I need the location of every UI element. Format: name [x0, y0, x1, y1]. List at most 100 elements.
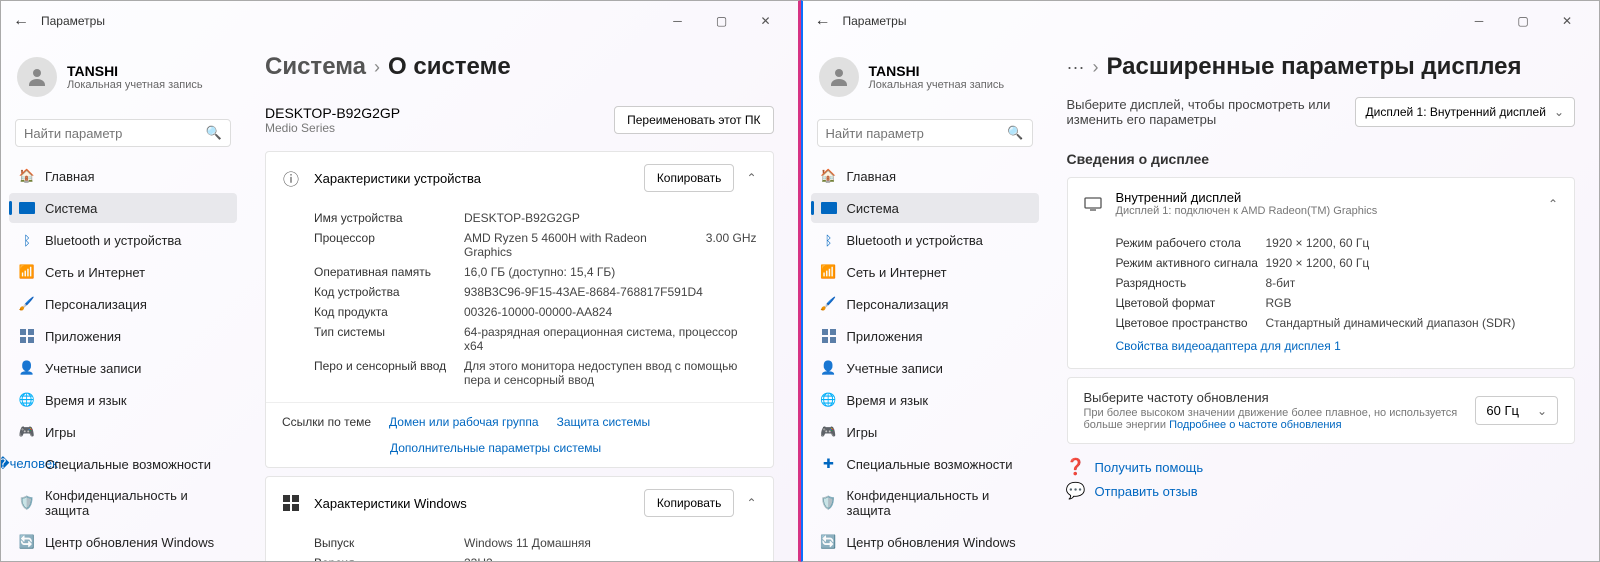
sidebar-item-apps[interactable]: Приложения: [811, 321, 1039, 351]
sidebar-item-personalization[interactable]: 🖌️Персонализация: [9, 289, 237, 319]
nav-label: Конфиденциальность и защита: [45, 488, 227, 518]
display-card-header[interactable]: Внутренний дисплей Дисплей 1: подключен …: [1068, 178, 1575, 229]
sidebar-item-home[interactable]: 🏠Главная: [9, 161, 237, 191]
windows-icon: [282, 494, 300, 512]
sidebar-item-gaming[interactable]: 🎮Игры: [811, 417, 1039, 447]
nav-label: Учетные записи: [45, 361, 141, 376]
bluetooth-icon: ᛒ: [19, 232, 35, 248]
search-input[interactable]: [826, 126, 1008, 141]
nav-label: Время и язык: [847, 393, 929, 408]
sidebar-item-apps[interactable]: Приложения: [9, 321, 237, 351]
copy-device-spec-button[interactable]: Копировать: [644, 164, 735, 192]
close-button[interactable]: ✕: [1547, 7, 1587, 35]
nav-label: Bluetooth и устройства: [847, 233, 983, 248]
avatar: [819, 57, 859, 97]
send-feedback-link[interactable]: Отправить отзыв: [1095, 484, 1198, 499]
nav-label: Система: [45, 201, 97, 216]
windows-spec-card: Характеристики Windows Копировать ⌃ Выпу…: [265, 476, 774, 561]
windows-spec-header[interactable]: Характеристики Windows Копировать ⌃: [266, 477, 773, 529]
spec-row: Цветовой форматRGB: [1116, 293, 1559, 313]
settings-window-display: ← Параметры ─ ▢ ✕ TANSHI Локальная учетн…: [801, 0, 1600, 562]
user-name: TANSHI: [869, 63, 1005, 79]
brush-icon: 🖌️: [821, 296, 837, 312]
link-protection[interactable]: Защита системы: [557, 415, 650, 429]
system-icon: [821, 200, 837, 216]
display-selector[interactable]: Дисплей 1: Внутренний дисплей ⌄: [1355, 97, 1576, 127]
breadcrumb: ··· › Расширенные параметры дисплея: [1067, 53, 1576, 81]
sidebar-item-bluetooth[interactable]: ᛒ Bluetooth и устройства: [811, 225, 1039, 255]
display-info-card: Внутренний дисплей Дисплей 1: подключен …: [1067, 177, 1576, 369]
sidebar-item-time[interactable]: 🌐Время и язык: [9, 385, 237, 415]
links-label: Ссылки по теме: [282, 415, 371, 429]
help-icon: ❓: [1067, 458, 1085, 476]
sidebar-item-privacy[interactable]: 🛡️Конфиденциальность и защита: [9, 481, 237, 525]
minimize-button[interactable]: ─: [658, 7, 698, 35]
device-spec-card: ⓘ Характеристики устройства Копировать ⌃…: [265, 151, 774, 468]
spec-row: ВыпускWindows 11 Домашняя: [314, 533, 757, 553]
titlebar: ← Параметры ─ ▢ ✕: [803, 1, 1600, 41]
link-advanced-system[interactable]: Дополнительные параметры системы: [390, 441, 601, 455]
close-button[interactable]: ✕: [746, 7, 786, 35]
sidebar-item-update[interactable]: 🔄Центр обновления Windows: [811, 527, 1039, 557]
sidebar-item-accessibility[interactable]: �человекСпециальные возможности: [9, 449, 237, 479]
user-name: TANSHI: [67, 63, 203, 79]
card-title: Внутренний дисплей: [1116, 190, 1378, 205]
maximize-button[interactable]: ▢: [1503, 7, 1543, 35]
nav-label: Приложения: [45, 329, 121, 344]
main-content: ··· › Расширенные параметры дисплея Выбе…: [1043, 41, 1600, 561]
chevron-up-icon: ⌃: [1548, 197, 1558, 211]
device-spec-header[interactable]: ⓘ Характеристики устройства Копировать ⌃: [266, 152, 773, 204]
rename-pc-button[interactable]: Переименовать этот ПК: [614, 106, 773, 134]
search-box[interactable]: 🔍: [15, 119, 231, 147]
maximize-button[interactable]: ▢: [702, 7, 742, 35]
refresh-rate-selector[interactable]: 60 Гц ⌄: [1475, 396, 1558, 425]
search-box[interactable]: 🔍: [817, 119, 1033, 147]
back-button[interactable]: ←: [13, 12, 29, 30]
sidebar-item-privacy[interactable]: 🛡️Конфиденциальность и защита: [811, 481, 1039, 525]
avatar: [17, 57, 57, 97]
bluetooth-icon: ᛒ: [821, 232, 837, 248]
nav-label: Главная: [847, 169, 896, 184]
sidebar-item-system[interactable]: Система: [811, 193, 1039, 223]
nav-label: Конфиденциальность и защита: [847, 488, 1029, 518]
chevron-right-icon: ›: [1092, 57, 1098, 78]
sidebar-item-home[interactable]: 🏠Главная: [811, 161, 1039, 191]
user-block[interactable]: TANSHI Локальная учетная запись: [9, 49, 237, 113]
device-name: DESKTOP-B92G2GP: [265, 105, 400, 121]
settings-window-about: ← Параметры ─ ▢ ✕ TANSHI Локальная учетн…: [0, 0, 801, 562]
nav-label: Сеть и Интернет: [847, 265, 947, 280]
window-title: Параметры: [843, 14, 907, 28]
copy-windows-spec-button[interactable]: Копировать: [644, 489, 735, 517]
sidebar-item-system[interactable]: Система: [9, 193, 237, 223]
related-links: Ссылки по теме Домен или рабочая группа …: [266, 402, 773, 441]
nav-label: Система: [847, 201, 899, 216]
sidebar-item-accounts[interactable]: 👤Учетные записи: [9, 353, 237, 383]
sidebar-item-network[interactable]: 📶 Сеть и Интернет: [811, 257, 1039, 287]
user-block[interactable]: TANSHI Локальная учетная запись: [811, 49, 1039, 113]
spec-row: Режим рабочего стола1920 × 1200, 60 Гц: [1116, 233, 1559, 253]
get-help-link[interactable]: Получить помощь: [1095, 460, 1204, 475]
back-button[interactable]: ←: [815, 12, 831, 30]
video-adapter-link[interactable]: Свойства видеоадаптера для дисплея 1: [1116, 339, 1341, 353]
sidebar-item-accessibility[interactable]: ✚Специальные возможности: [811, 449, 1039, 479]
sidebar-item-time[interactable]: 🌐Время и язык: [811, 385, 1039, 415]
sidebar-item-personalization[interactable]: 🖌️Персонализация: [811, 289, 1039, 319]
minimize-button[interactable]: ─: [1459, 7, 1499, 35]
breadcrumb-overflow[interactable]: ···: [1067, 57, 1085, 78]
breadcrumb-parent[interactable]: Система: [265, 53, 366, 81]
sidebar-item-accounts[interactable]: 👤Учетные записи: [811, 353, 1039, 383]
nav-label: Bluetooth и устройства: [45, 233, 181, 248]
wifi-icon: 📶: [821, 264, 837, 280]
search-icon: 🔍: [1007, 125, 1023, 141]
sidebar-item-gaming[interactable]: 🎮Игры: [9, 417, 237, 447]
sidebar-item-bluetooth[interactable]: ᛒ Bluetooth и устройства: [9, 225, 237, 255]
search-input[interactable]: [24, 126, 206, 141]
sidebar-item-network[interactable]: 📶Сеть и Интернет: [9, 257, 237, 287]
user-sub: Локальная учетная запись: [869, 79, 1005, 91]
display-select-value: Дисплей 1: Внутренний дисплей: [1366, 105, 1546, 119]
system-icon: [19, 200, 35, 216]
refresh-learn-more-link[interactable]: Подробнее о частоте обновления: [1169, 419, 1341, 431]
refresh-value: 60 Гц: [1486, 403, 1519, 418]
sidebar-item-update[interactable]: 🔄Центр обновления Windows: [9, 527, 237, 557]
link-domain[interactable]: Домен или рабочая группа: [389, 415, 539, 429]
